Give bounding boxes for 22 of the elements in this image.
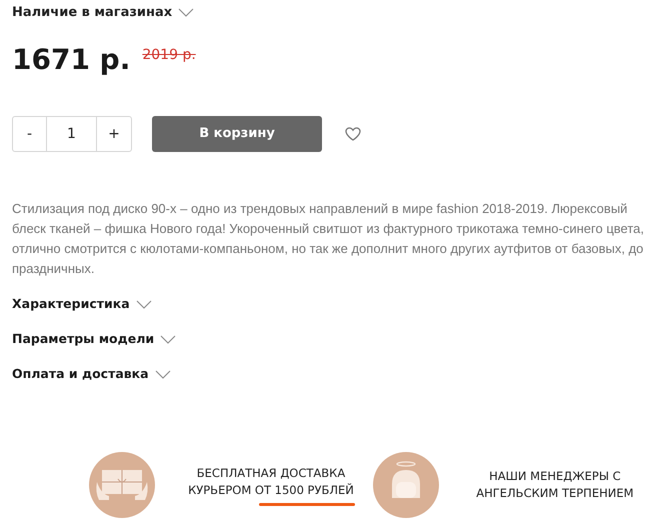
quantity-field[interactable]: 1 xyxy=(47,117,97,151)
old-price: 2019 р. xyxy=(142,48,196,62)
section-toggle[interactable]: Оплата и доставка xyxy=(12,364,149,384)
chevron-down-icon xyxy=(136,300,152,308)
feature-text: КУРЬЕРОМ ОТ 1500 РУБЛЕЙ xyxy=(188,482,354,498)
section-toggle[interactable]: Параметры модели xyxy=(12,330,154,348)
chevron-down-icon xyxy=(154,370,171,378)
person-halo-icon xyxy=(372,452,439,518)
feature-text: НАШИ МЕНЕДЖЕРЫ С xyxy=(489,468,621,485)
chevron-down-icon xyxy=(160,334,176,344)
heart-icon[interactable] xyxy=(345,127,361,141)
decrease-button[interactable]: - xyxy=(13,117,47,151)
increase-button[interactable]: + xyxy=(97,117,131,151)
product-description: Стилизация под диско 90-х – одно из трендовых направлений в мире fashion 2018-2019. Люрексовый блеск тканей – фишка Нового года! Укороченный свитшот из фактурного трикотажа темно-синего цвета, отлично смотрится с кюлотами-компаньоном, но так же дополнит много других аутфитов от базовых, до праздничных. xyxy=(12,200,645,278)
add-to-cart-button[interactable]: В корзину xyxy=(152,116,322,152)
gift-hands-icon xyxy=(89,452,155,518)
availability-toggle[interactable]: Наличие в магазинах xyxy=(12,2,172,22)
section-toggle[interactable]: Характеристика xyxy=(12,294,130,314)
chevron-down-icon xyxy=(178,8,194,17)
feature-text: БЕСПЛАТНАЯ ДОСТАВКА xyxy=(196,464,346,482)
feature-text: АНГЕЛЬСКИМ ТЕРПЕНИЕМ xyxy=(476,485,634,502)
current-price: 1671 р. xyxy=(12,46,130,74)
